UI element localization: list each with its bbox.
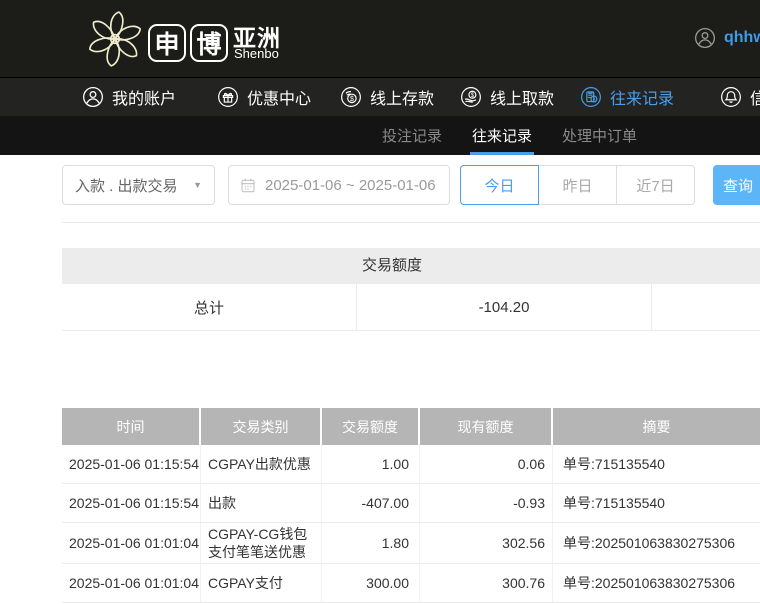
subtab-betting-records[interactable]: 投注记录: [382, 116, 442, 155]
gift-icon: [217, 86, 239, 108]
cell-balance: 302.56: [420, 523, 553, 563]
transactions-header-row: 时间 交易类别 交易额度 现有额度 摘要: [62, 408, 760, 445]
nav-label: 往来记录: [610, 85, 674, 109]
calendar-icon: [240, 177, 256, 193]
table-row: 2025-01-06 01:15:54 出款 -407.00 -0.93 单号:…: [62, 484, 760, 523]
summary-table: 交易额度 总计 -104.20: [62, 248, 760, 331]
nav-item-withdraw[interactable]: $ 线上取款: [460, 78, 554, 116]
subtab-processing-orders[interactable]: 处理中订单: [562, 116, 637, 155]
cell-time: 2025-01-06 01:15:54: [62, 445, 201, 483]
section-divider: [62, 222, 760, 223]
cell-amount: 1.80: [322, 523, 420, 563]
column-header-note: 摘要: [553, 408, 760, 445]
summary-empty-cell: [652, 284, 760, 330]
summary-table-header: 交易额度: [62, 248, 760, 284]
column-header-time: 时间: [62, 408, 201, 445]
cell-balance: -0.93: [420, 484, 553, 522]
subtab-label: 往来记录: [472, 125, 532, 146]
cell-amount: -407.00: [322, 484, 420, 522]
cell-note: 单号:202501063830275306: [553, 564, 760, 602]
yesterday-button[interactable]: 昨日: [538, 165, 617, 205]
transaction-type-select[interactable]: 入款 . 出款交易 ▼: [62, 165, 215, 205]
svg-text:$: $: [350, 96, 354, 103]
nav-item-my-account[interactable]: 我的账户: [82, 78, 176, 116]
records-clipboard-icon: [580, 86, 602, 108]
cell-time: 2025-01-06 01:01:04: [62, 564, 201, 602]
active-tab-underline: [470, 152, 534, 155]
cell-balance: 300.76: [420, 564, 553, 602]
brand-name-en: Shenbo: [234, 46, 279, 61]
column-header-amount: 交易额度: [322, 408, 420, 445]
brand-flower-icon: [84, 6, 146, 70]
summary-header-label: 交易额度: [62, 248, 722, 284]
cell-type: CGPAY出款优惠: [201, 445, 322, 483]
cell-amount: 1.00: [322, 445, 420, 483]
top-header: 申 博 亚洲 Shenbo qhhw: [0, 0, 760, 77]
date-range-value: 2025-01-06 ~ 2025-01-06: [265, 177, 436, 194]
subtab-transaction-records[interactable]: 往来记录: [472, 116, 532, 155]
bell-icon: [720, 86, 742, 108]
summary-total-value: -104.20: [357, 284, 652, 330]
nav-label: 我的账户: [112, 85, 176, 109]
cell-note: 单号:715135540: [553, 484, 760, 522]
nav-item-promotions[interactable]: 优惠中心: [217, 78, 311, 116]
cell-type: CGPAY-CG钱包支付笔笔送优惠: [201, 523, 322, 563]
transactions-table: 时间 交易类别 交易额度 现有额度 摘要 2025-01-06 01:15:54…: [62, 408, 760, 603]
subtab-label: 投注记录: [382, 125, 442, 146]
cell-time: 2025-01-06 01:15:54: [62, 484, 201, 522]
last7days-button[interactable]: 近7日: [616, 165, 695, 205]
nav-label: 线上取款: [490, 85, 554, 109]
select-value: 入款 . 出款交易: [75, 175, 178, 196]
deposit-coin-icon: $: [340, 86, 362, 108]
nav-label: 优惠中心: [247, 85, 311, 109]
nav-item-deposit[interactable]: $ 线上存款: [340, 78, 434, 116]
cell-note: 单号:202501063830275306: [553, 523, 760, 563]
nav-item-records[interactable]: 往来记录: [580, 78, 674, 116]
column-header-balance: 现有额度: [420, 408, 553, 445]
brand-glyph-bo: 博: [190, 24, 228, 62]
summary-total-row: 总计 -104.20: [62, 284, 760, 331]
user-avatar-icon: [694, 27, 716, 49]
cell-amount: 300.00: [322, 564, 420, 602]
table-row: 2025-01-06 01:01:04 CGPAY支付 300.00 300.7…: [62, 564, 760, 603]
cell-time: 2025-01-06 01:01:04: [62, 523, 201, 563]
summary-row-label: 总计: [62, 284, 357, 330]
nav-label: 信: [750, 85, 760, 109]
withdraw-hand-icon: $: [460, 86, 482, 108]
records-subnav: 投注记录 往来记录 处理中订单: [0, 116, 760, 155]
username-label: qhhw: [724, 29, 760, 47]
account-menu[interactable]: qhhw: [694, 27, 760, 49]
nav-item-messages[interactable]: 信: [720, 78, 760, 116]
column-header-type: 交易类别: [201, 408, 322, 445]
nav-label: 线上存款: [370, 85, 434, 109]
subtab-label: 处理中订单: [562, 125, 637, 146]
cell-balance: 0.06: [420, 445, 553, 483]
table-row: 2025-01-06 01:15:54 CGPAY出款优惠 1.00 0.06 …: [62, 445, 760, 484]
cell-type: 出款: [201, 484, 322, 522]
cell-note: 单号:715135540: [553, 445, 760, 483]
today-button[interactable]: 今日: [460, 165, 539, 205]
table-row: 2025-01-06 01:01:04 CGPAY-CG钱包支付笔笔送优惠 1.…: [62, 523, 760, 564]
brand-glyph-shen: 申: [148, 24, 186, 62]
cell-type: CGPAY支付: [201, 564, 322, 602]
date-range-picker[interactable]: 2025-01-06 ~ 2025-01-06: [228, 165, 450, 205]
chevron-down-icon: ▼: [193, 180, 202, 190]
user-icon: [82, 86, 104, 108]
quick-date-buttons: 今日 昨日 近7日: [460, 165, 695, 205]
main-nav: 我的账户 优惠中心 $ 线上存款 $: [0, 77, 760, 116]
search-button[interactable]: 查询: [713, 165, 760, 205]
